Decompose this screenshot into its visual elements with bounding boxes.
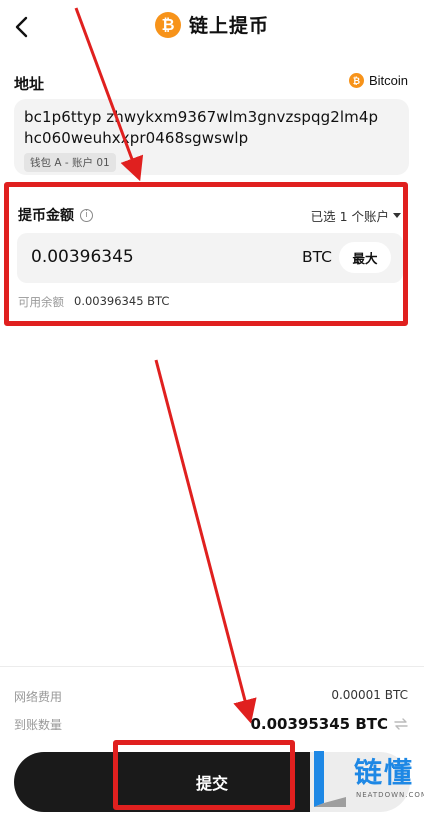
watermark-logo-icon bbox=[314, 751, 346, 807]
account-selector-label: 已选 1 个账户 bbox=[310, 209, 389, 224]
wallet-account-tag: 钱包 A - 账户 01 bbox=[24, 153, 116, 172]
top-bar: ₿ 链上提币 bbox=[0, 0, 424, 56]
available-label: 可用余额 bbox=[18, 295, 64, 309]
amount-input[interactable]: 0.00396345 BTC 最大 bbox=[17, 233, 403, 283]
address-field[interactable]: bc1p6ttyp zhwykxm9367wlm3gnvzspqg2lm4phc… bbox=[14, 99, 409, 175]
amount-label: 提币金额 bbox=[18, 208, 74, 224]
watermark-subtext: NEATDOWN.COM bbox=[356, 791, 424, 799]
fee-label: 网络费用 bbox=[14, 690, 63, 704]
title-group: ₿ 链上提币 bbox=[0, 11, 424, 38]
receive-value-group: 0.00395345 BTC bbox=[250, 715, 408, 733]
page-title: 链上提币 bbox=[188, 15, 269, 37]
bitcoin-icon: ₿ bbox=[154, 11, 181, 38]
arrow-to-receive bbox=[154, 359, 257, 724]
available-value: 0.00396345 BTC bbox=[74, 294, 170, 308]
address-label: 地址 bbox=[14, 75, 45, 93]
swap-icon[interactable] bbox=[394, 718, 408, 730]
watermark-text: 链懂 bbox=[354, 756, 415, 789]
divider bbox=[0, 666, 424, 667]
watermark: 链懂 NEATDOWN.COM bbox=[310, 745, 424, 813]
fee-value: 0.00001 BTC bbox=[331, 688, 408, 702]
account-selector[interactable]: 已选 1 个账户 bbox=[311, 206, 401, 225]
coin-tag: ₿ Bitcoin bbox=[348, 73, 408, 88]
chevron-down-icon bbox=[393, 213, 401, 218]
amount-value[interactable]: 0.00396345 bbox=[31, 247, 134, 267]
submit-highlight-box bbox=[113, 740, 295, 810]
info-icon[interactable]: i bbox=[80, 208, 93, 222]
available-balance: 可用余额 0.00396345 BTC bbox=[18, 294, 169, 310]
coin-name: Bitcoin bbox=[368, 73, 408, 88]
amount-unit: BTC bbox=[301, 248, 332, 266]
withdraw-amount-section: 提币金额 i 已选 1 个账户 0.00396345 BTC 最大 可用余额 0… bbox=[4, 182, 408, 326]
receive-label: 到账数量 bbox=[14, 717, 63, 732]
bitcoin-small-icon: ₿ bbox=[348, 73, 364, 88]
receive-amount-row: 到账数量 0.00395345 BTC bbox=[14, 715, 408, 733]
network-fee-row: 网络费用 0.00001 BTC bbox=[14, 688, 408, 705]
receive-value: 0.00395345 BTC bbox=[250, 715, 388, 733]
amount-label-group: 提币金额 i bbox=[18, 205, 93, 225]
max-button[interactable]: 最大 bbox=[339, 242, 391, 273]
address-value[interactable]: bc1p6ttyp zhwykxm9367wlm3gnvzspqg2lm4phc… bbox=[24, 107, 384, 149]
